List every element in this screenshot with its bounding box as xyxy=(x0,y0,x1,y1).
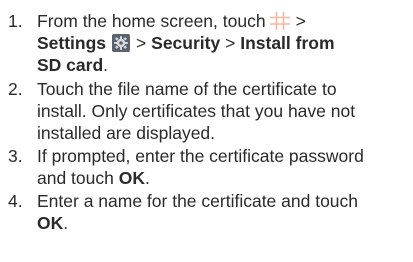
menu-separator: > xyxy=(136,33,147,53)
step-line: From the home screen, touch > xyxy=(37,10,409,32)
sd-card-label: SD card xyxy=(37,55,104,75)
instruction-steps: 1. From the home screen, touch > Setting… xyxy=(0,0,413,262)
step-number: 4. xyxy=(8,191,23,211)
step-number: 1. xyxy=(8,11,23,31)
step-line: Touch the file name of the certificate t… xyxy=(37,79,337,99)
gear-icon xyxy=(112,34,131,52)
step-punctuation: . xyxy=(63,213,69,233)
step-text: From the home screen, touch > Settings >… xyxy=(37,10,409,76)
step-line: SD card. xyxy=(37,54,409,76)
step-number: 2. xyxy=(8,79,23,99)
step-punctuation: . xyxy=(144,168,150,188)
app-grid-icon xyxy=(269,12,290,30)
ok-label: OK xyxy=(118,168,145,188)
step-text: Touch the file name of the certificate t… xyxy=(37,78,409,144)
step-text-segment: From the home screen, touch xyxy=(37,11,266,31)
step-text: Enter a name for the certificate and tou… xyxy=(37,190,409,234)
step-line: and touch OK. xyxy=(37,167,409,189)
step-line: Enter a name for the certificate and tou… xyxy=(37,191,359,211)
settings-label: Settings xyxy=(37,33,107,53)
install-from-label: Install from xyxy=(240,33,335,53)
step-punctuation: . xyxy=(103,55,109,75)
step-line: Settings > Security > Install from xyxy=(37,32,409,54)
step-line: installed are displayed. xyxy=(37,123,216,143)
step-line: If prompted, enter the certificate passw… xyxy=(37,146,364,166)
step-number: 3. xyxy=(8,146,23,166)
menu-separator: > xyxy=(225,33,236,53)
security-label: Security xyxy=(151,33,221,53)
step-text: If prompted, enter the certificate passw… xyxy=(37,145,409,189)
step-line: install. Only certificates that you have… xyxy=(37,101,356,121)
menu-separator: > xyxy=(295,11,306,31)
step-text-segment: and touch xyxy=(37,168,119,188)
ok-label: OK xyxy=(37,213,64,233)
step-line: OK. xyxy=(37,212,409,234)
